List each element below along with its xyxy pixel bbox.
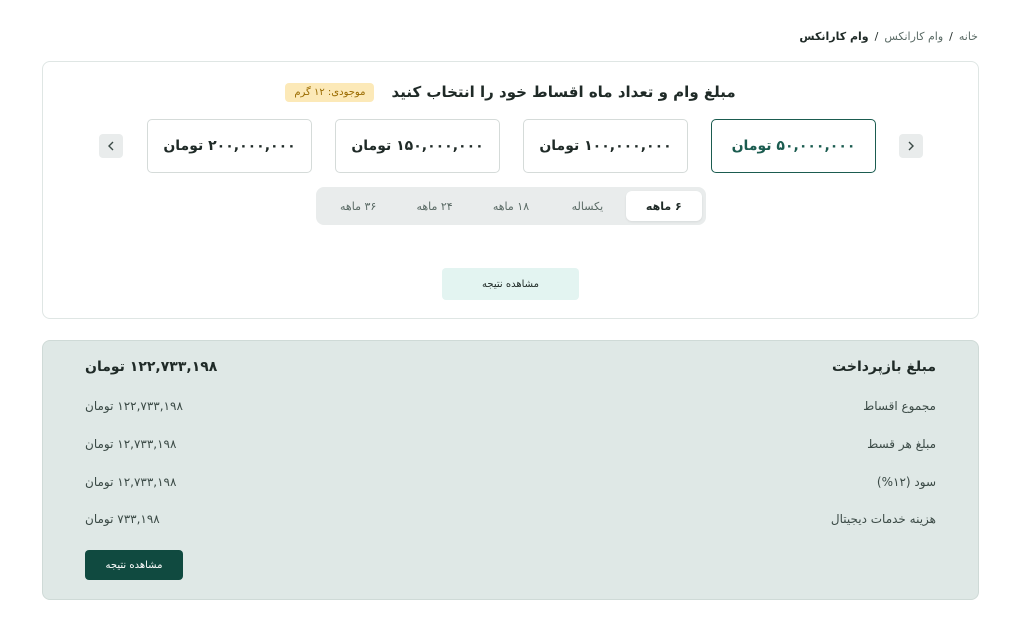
- amount-option-100m[interactable]: ۱۰۰,۰۰۰,۰۰۰ تومان: [523, 119, 688, 173]
- summary-row-label: مجموع اقساط: [863, 399, 936, 413]
- selector-header: مبلغ وام و تعداد ماه اقساط خود را انتخاب…: [43, 82, 978, 102]
- summary-row: مبلغ هر قسط ۱۲,۷۳۳,۱۹۸ تومان: [85, 437, 936, 451]
- summary-row-label: سود (۱۲%): [876, 475, 936, 489]
- view-result-button[interactable]: مشاهده نتیجه: [442, 268, 579, 300]
- summary-row-value: ۷۳۳,۱۹۸ تومان: [85, 512, 160, 526]
- breadcrumb: خانه / وام کارانکس / وام کارانکس: [799, 30, 978, 43]
- breadcrumb-home[interactable]: خانه: [959, 30, 978, 43]
- repayment-summary-card: مبلغ بازپرداخت ۱۲۲,۷۳۳,۱۹۸ تومان مجموع ا…: [42, 340, 979, 600]
- chevron-left-icon[interactable]: [99, 134, 123, 158]
- tab-24-months[interactable]: ۲۴ ماهه: [396, 191, 472, 221]
- tab-6-months[interactable]: ۶ ماهه: [625, 191, 702, 221]
- amount-option-150m[interactable]: ۱۵۰,۰۰۰,۰۰۰ تومان: [335, 119, 500, 173]
- loan-selector-card: مبلغ وام و تعداد ماه اقساط خود را انتخاب…: [42, 61, 979, 319]
- tab-36-months[interactable]: ۳۶ ماهه: [320, 191, 396, 221]
- chevron-right-icon[interactable]: [899, 134, 923, 158]
- breadcrumb-parent[interactable]: وام کارانکس: [884, 30, 943, 43]
- view-result-button-dark[interactable]: مشاهده نتیجه: [85, 550, 183, 580]
- summary-row: سود (۱۲%) ۱۲,۷۳۳,۱۹۸ تومان: [85, 475, 936, 489]
- summary-row: مجموع اقساط ۱۲۲,۷۳۳,۱۹۸ تومان: [85, 399, 936, 413]
- amount-option-200m[interactable]: ۲۰۰,۰۰۰,۰۰۰ تومان: [147, 119, 312, 173]
- summary-row-value: ۱۲,۷۳۳,۱۹۸ تومان: [85, 437, 177, 451]
- summary-row-label: مبلغ هر قسط: [867, 437, 936, 451]
- summary-row-label: هزینه خدمات دیجیتال: [830, 512, 936, 526]
- months-tabs: ۶ ماهه یکساله ۱۸ ماهه ۲۴ ماهه ۳۶ ماهه: [316, 187, 706, 225]
- summary-row-value: ۱۲,۷۳۳,۱۹۸ تومان: [85, 475, 177, 489]
- summary-row: هزینه خدمات دیجیتال ۷۳۳,۱۹۸ تومان: [85, 512, 936, 526]
- summary-title: مبلغ بازپرداخت: [832, 359, 936, 375]
- selector-title: مبلغ وام و تعداد ماه اقساط خود را انتخاب…: [391, 83, 736, 101]
- breadcrumb-current: وام کارانکس: [799, 30, 869, 43]
- summary-row-value: ۱۲۲,۷۳۳,۱۹۸ تومان: [85, 399, 183, 413]
- tab-18-months[interactable]: ۱۸ ماهه: [473, 191, 549, 221]
- tab-12-months[interactable]: یکساله: [549, 191, 625, 221]
- summary-total: ۱۲۲,۷۳۳,۱۹۸ تومان: [85, 359, 218, 375]
- summary-header: مبلغ بازپرداخت ۱۲۲,۷۳۳,۱۹۸ تومان: [85, 359, 936, 375]
- breadcrumb-separator: /: [874, 30, 879, 43]
- breadcrumb-separator: /: [949, 30, 953, 43]
- amount-option-50m[interactable]: ۵۰,۰۰۰,۰۰۰ تومان: [711, 119, 876, 173]
- stock-badge: موجودی: ۱۲ گرم: [285, 83, 375, 102]
